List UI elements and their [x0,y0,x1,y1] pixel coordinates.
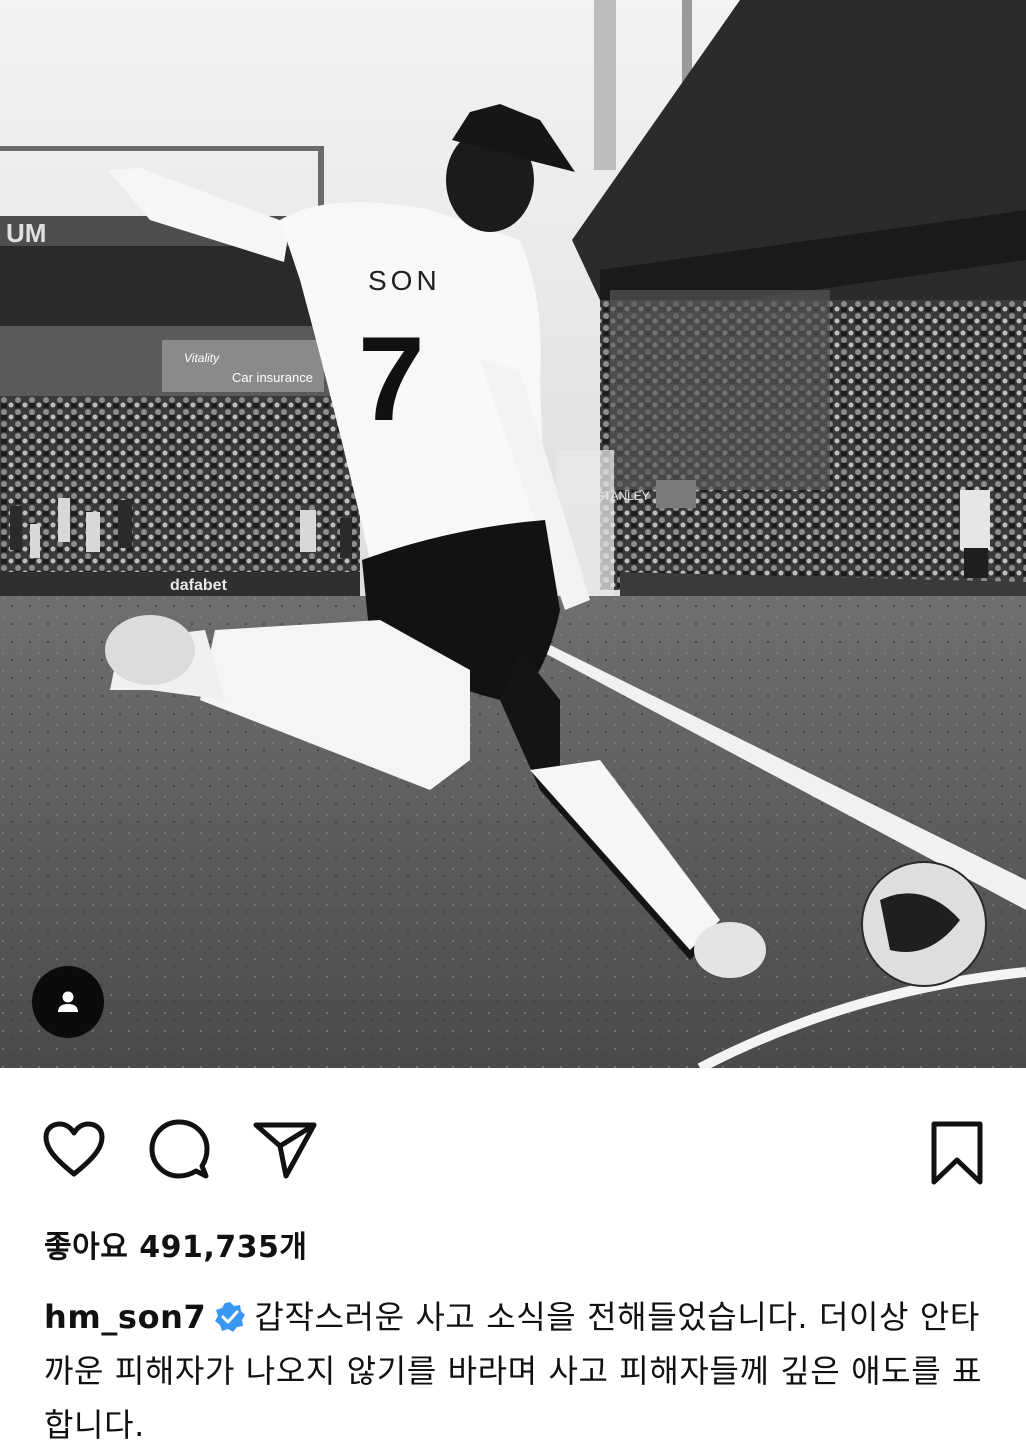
tag-people-button[interactable] [32,966,104,1038]
paper-plane-icon[interactable] [252,1120,318,1180]
ad-board-text: Car insurance [232,370,313,385]
comment-bubble-icon[interactable] [148,1118,210,1180]
post-photo-artwork: UM Vitality Car insurance STANLEY dafabe… [0,0,1026,1068]
likes-count[interactable]: 좋아요 491,735개 [44,1222,308,1266]
post-photo[interactable]: UM Vitality Car insurance STANLEY dafabe… [0,0,1026,1068]
shirt-name-text: SON [368,265,441,296]
post-caption: hm_son7 갑작스러운 사고 소식을 전해들었습니다. 더이상 안타까운 피… [44,1290,994,1452]
ad-brand-text: Vitality [184,351,220,365]
post-username[interactable]: hm_son7 [44,1298,206,1336]
verified-badge-icon [215,1302,246,1332]
stadium-sign-text: UM [6,218,46,248]
bookmark-icon[interactable] [928,1120,986,1186]
shirt-number-text: 7 [358,312,425,446]
sponsor-board-left: dafabet [170,577,228,594]
post-action-bar [0,1068,1026,1198]
person-tag-icon [58,991,78,1012]
heart-icon[interactable] [42,1120,106,1178]
